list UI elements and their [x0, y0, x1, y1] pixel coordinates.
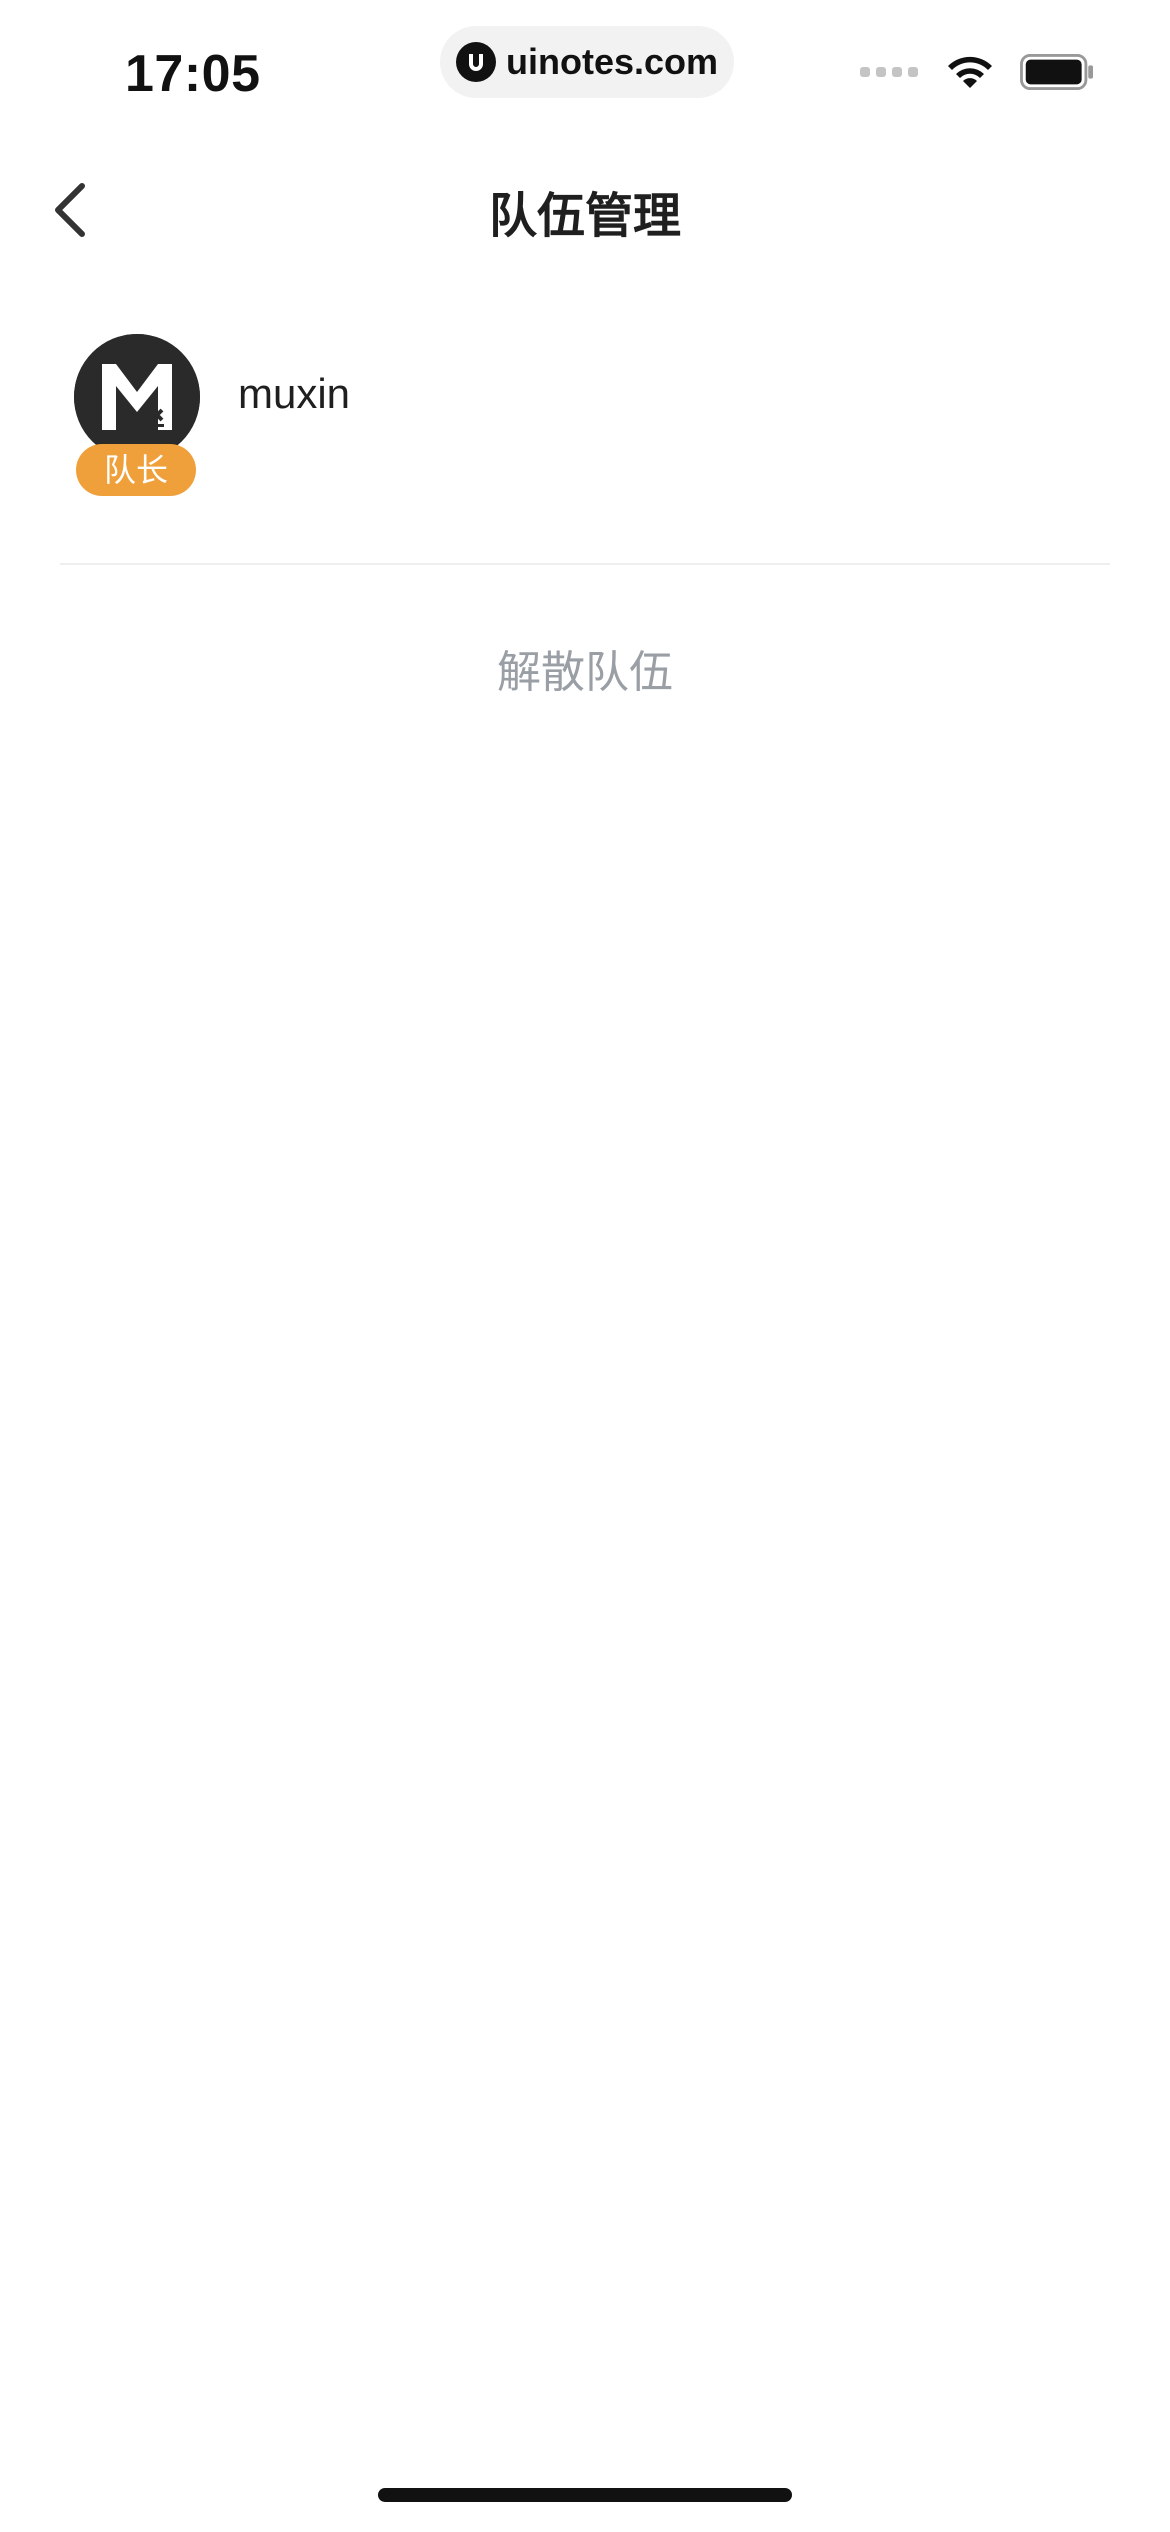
status-bar: 17:05 uinotes.com: [0, 0, 1170, 150]
site-logo-icon: [455, 42, 496, 82]
page-title: 队伍管理: [488, 188, 681, 244]
home-indicator[interactable]: [378, 2488, 792, 2502]
wifi-icon: [948, 56, 992, 88]
mx-logo-icon: [74, 334, 200, 460]
status-time: 17:05: [125, 45, 261, 103]
captain-badge: 队长: [76, 444, 196, 496]
avatar[interactable]: [74, 334, 200, 460]
url-text: uinotes.com: [505, 41, 719, 82]
member-name: muxin: [238, 370, 351, 417]
cellular-signal-icon: [860, 67, 918, 77]
status-indicators: [860, 52, 1094, 92]
url-pill[interactable]: uinotes.com: [440, 26, 734, 98]
divider: [60, 563, 1110, 565]
disband-team-button[interactable]: 解散队伍: [0, 628, 1170, 708]
member-row[interactable]: 队长 muxin: [60, 334, 1110, 504]
battery-icon: [1020, 54, 1093, 90]
nav-bar: 队伍管理: [0, 150, 1170, 270]
